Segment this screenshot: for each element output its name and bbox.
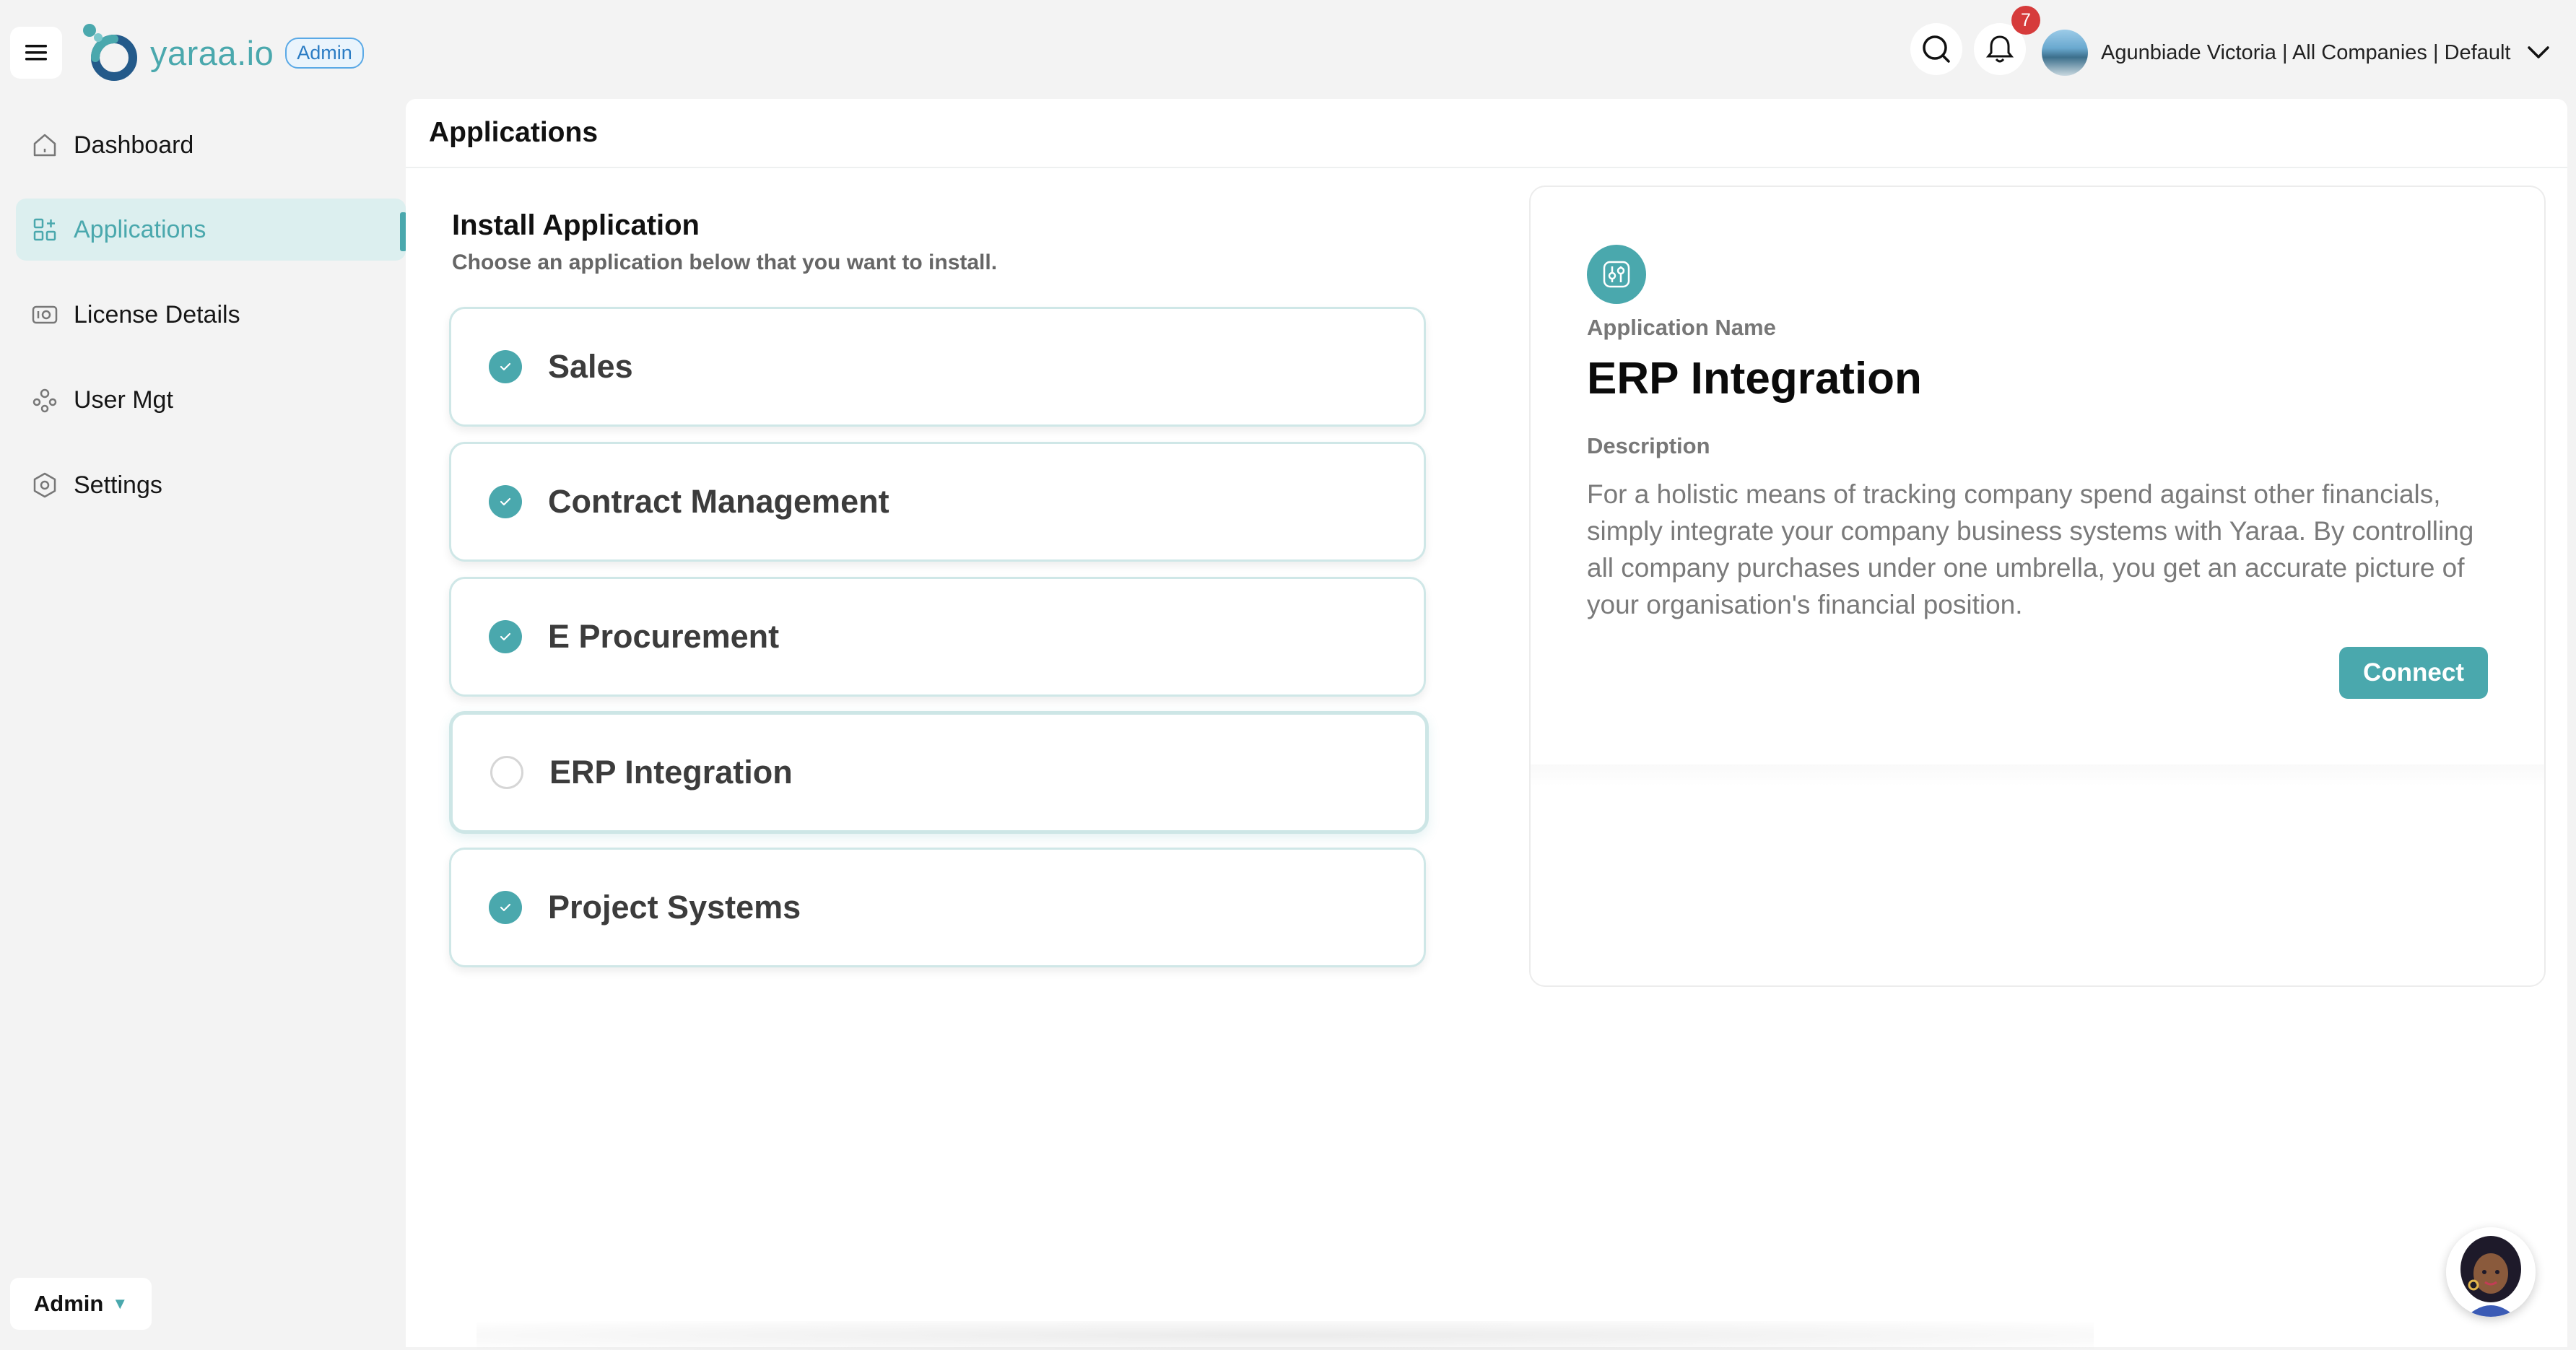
role-switcher-label: Admin <box>33 1291 104 1316</box>
sidebar-item-label: License Details <box>74 300 240 328</box>
app-option-label: Sales <box>548 348 633 385</box>
brand-logo[interactable]: yaraa.io Admin <box>79 20 364 85</box>
app-option-label: E Procurement <box>548 618 780 655</box>
app-option-sales[interactable]: Sales <box>449 307 1426 427</box>
bottom-shadow <box>477 1321 2094 1350</box>
application-name-label: Application Name <box>1587 315 1776 340</box>
gear-icon <box>30 471 59 500</box>
app-option-label: ERP Integration <box>549 754 793 791</box>
menu-button[interactable] <box>10 27 62 79</box>
page-title: Applications <box>406 99 2567 168</box>
check-circle-icon[interactable] <box>489 620 522 653</box>
license-icon <box>30 300 59 329</box>
sidebar-item-label: User Mgt <box>74 386 173 414</box>
main-panel: Applications Install Application Choose … <box>406 99 2567 1347</box>
brand-name: yaraa.io <box>150 33 274 72</box>
card-divider <box>1531 765 2544 786</box>
role-switcher[interactable]: Admin ▼ <box>10 1278 152 1330</box>
check-circle-icon[interactable] <box>489 891 522 924</box>
install-subtitle: Choose an application below that you wan… <box>452 251 998 274</box>
user-label: Agunbiade Victoria | All Companies | Def… <box>2101 40 2511 64</box>
application-description: For a holistic means of tracking company… <box>1587 479 2474 619</box>
sidebar-item-label: Applications <box>74 215 206 243</box>
app-option-label: Contract Management <box>548 483 889 520</box>
notification-count-badge: 7 <box>2011 6 2040 35</box>
search-icon <box>1923 35 1950 63</box>
sidebar-item-settings[interactable]: Settings <box>16 454 406 516</box>
application-name: ERP Integration <box>1587 354 1922 404</box>
yaraa-logo-icon <box>83 24 137 81</box>
check-circle-icon[interactable] <box>489 485 522 518</box>
app-option-project-systems[interactable]: Project Systems <box>449 848 1426 967</box>
caret-down-icon: ▼ <box>112 1294 129 1312</box>
assistant-avatar-icon <box>2446 1227 2536 1317</box>
chevron-down-icon <box>2528 46 2550 58</box>
install-title: Install Application <box>452 209 700 241</box>
sidebar-item-dashboard[interactable]: Dashboard <box>16 114 406 176</box>
sidebar-item-user-mgt[interactable]: User Mgt <box>16 369 406 431</box>
application-detail-card: Application Name ERP Integration Descrip… <box>1529 186 2546 987</box>
app-option-contract-management[interactable]: Contract Management <box>449 442 1426 562</box>
check-circle-icon[interactable] <box>489 350 522 383</box>
sidebar-item-label: Settings <box>74 471 162 499</box>
apps-icon <box>30 215 59 244</box>
search-button[interactable] <box>1910 23 1962 75</box>
home-icon <box>30 131 59 160</box>
app-option-e-procurement[interactable]: E Procurement <box>449 577 1426 697</box>
menu-icon <box>25 45 47 61</box>
connect-button[interactable]: Connect <box>2339 647 2488 699</box>
empty-radio-icon[interactable] <box>490 756 523 789</box>
app-option-label: Project Systems <box>548 889 801 926</box>
sidebar-item-license-details[interactable]: License Details <box>16 284 406 346</box>
integration-icon <box>1587 245 1646 304</box>
bell-icon <box>1985 35 2014 63</box>
app-option-erp-integration[interactable]: ERP Integration <box>449 711 1429 834</box>
avatar <box>2042 30 2088 76</box>
sidebar-item-label: Dashboard <box>74 131 194 159</box>
role-badge: Admin <box>285 37 364 69</box>
user-menu[interactable]: Agunbiade Victoria | All Companies | Def… <box>2042 26 2551 79</box>
description-label: Description <box>1587 433 1710 458</box>
sidebar-item-applications[interactable]: Applications <box>16 199 406 261</box>
assistant-avatar-button[interactable] <box>2446 1227 2536 1317</box>
users-icon <box>30 386 59 414</box>
